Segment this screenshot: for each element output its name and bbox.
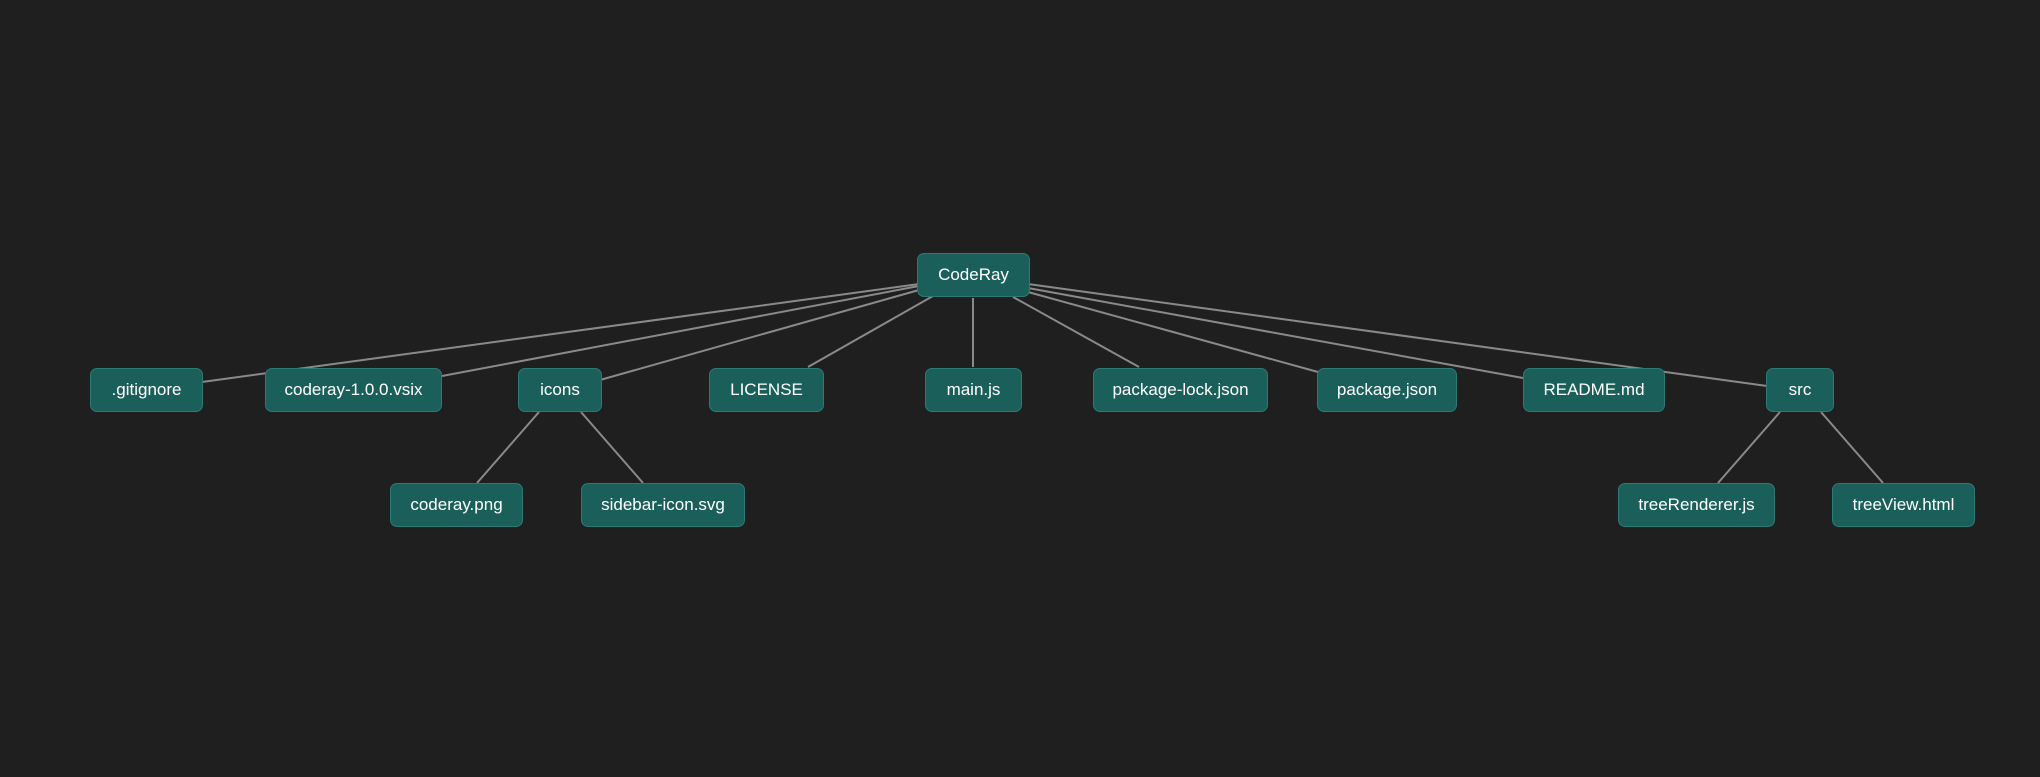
edge-icons-sidebar-icon [580,411,644,484]
node-sidebar-icon-svg[interactable]: sidebar-icon.svg [581,483,745,527]
edge-root-icons [599,289,920,381]
node-main-js[interactable]: main.js [925,368,1022,412]
edge-root-vsix [441,285,920,377]
edge-src-treeview [1820,411,1884,484]
node-coderay-png[interactable]: coderay.png [390,483,523,527]
node-tree-view-html[interactable]: treeView.html [1832,483,1975,527]
edge-root-pkglock [1012,296,1140,368]
node-package-json[interactable]: package.json [1317,368,1457,412]
edge-root-license [807,295,934,368]
edge-icons-coderay-png [476,411,540,484]
edge-src-treerenderer [1717,411,1781,484]
tree-diagram: CodeRay .gitignore coderay-1.0.0.vsix ic… [0,0,2040,777]
node-readme-md[interactable]: README.md [1523,368,1665,412]
node-icons-folder[interactable]: icons [518,368,602,412]
node-root-coderay[interactable]: CodeRay [917,253,1030,297]
node-tree-renderer-js[interactable]: treeRenderer.js [1618,483,1775,527]
node-package-lock-json[interactable]: package-lock.json [1093,368,1268,412]
node-license[interactable]: LICENSE [709,368,824,412]
node-src-folder[interactable]: src [1766,368,1834,412]
edge-root-readme [1027,287,1524,379]
node-coderay-vsix[interactable]: coderay-1.0.0.vsix [265,368,442,412]
node-gitignore[interactable]: .gitignore [90,368,203,412]
